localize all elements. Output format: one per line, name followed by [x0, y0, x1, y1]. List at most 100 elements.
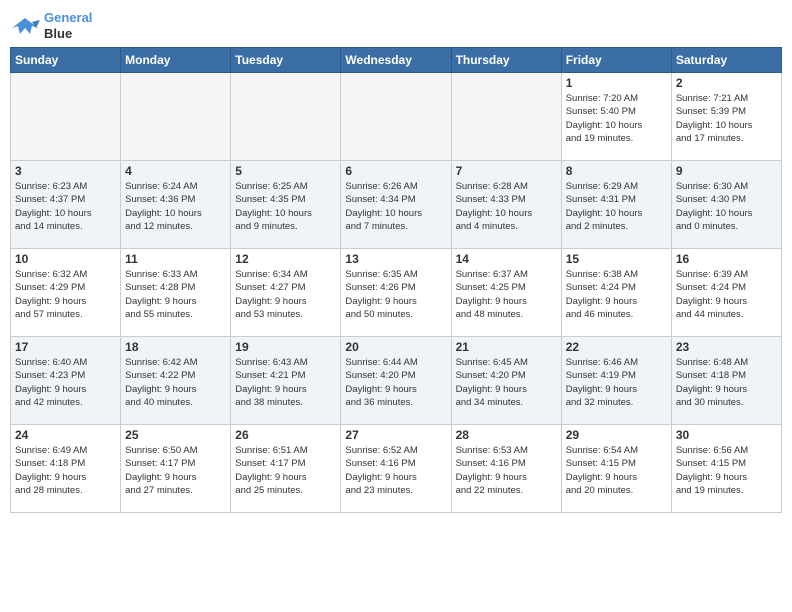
- calendar-week-row: 24Sunrise: 6:49 AM Sunset: 4:18 PM Dayli…: [11, 425, 782, 513]
- day-number: 12: [235, 252, 336, 266]
- day-info: Sunrise: 6:34 AM Sunset: 4:27 PM Dayligh…: [235, 268, 336, 321]
- calendar-day-cell: 20Sunrise: 6:44 AM Sunset: 4:20 PM Dayli…: [341, 337, 451, 425]
- calendar-day-cell: 11 Sunrise: 6:33 AM Sunset: 4:28 PM Dayli…: [121, 249, 231, 337]
- day-number: 10: [15, 252, 116, 266]
- day-number: 28: [456, 428, 557, 442]
- calendar-day-cell: [231, 73, 341, 161]
- calendar-day-cell: 19 Sunrise: 6:43 AM Sunset: 4:21 PM Dayli…: [231, 337, 341, 425]
- calendar-week-row: 1 Sunrise: 7:20 AM Sunset: 5:40 PM Daylig…: [11, 73, 782, 161]
- logo-icon: [10, 14, 40, 38]
- day-number: 3: [15, 164, 116, 178]
- day-info: Sunrise: 6:25 AM Sunset: 4:35 PM Dayligh…: [235, 180, 336, 233]
- calendar-day-cell: 2 Sunrise: 7:21 AM Sunset: 5:39 PM Daylig…: [671, 73, 781, 161]
- calendar-day-cell: 29 Sunrise: 6:54 AM Sunset: 4:15 PM Dayli…: [561, 425, 671, 513]
- day-number: 11: [125, 252, 226, 266]
- day-info: Sunrise: 6:23 AM Sunset: 4:37 PM Dayligh…: [15, 180, 116, 233]
- day-info: Sunrise: 6:26 AM Sunset: 4:34 PM Dayligh…: [345, 180, 446, 233]
- calendar-day-cell: 7 Sunrise: 6:28 AM Sunset: 4:33 PM Daylig…: [451, 161, 561, 249]
- calendar-table: SundayMondayTuesdayWednesdayThursdayFrid…: [10, 47, 782, 513]
- day-number: 6: [345, 164, 446, 178]
- day-info: Sunrise: 6:54 AM Sunset: 4:15 PM Dayligh…: [566, 444, 667, 497]
- calendar-day-cell: 25Sunrise: 6:50 AM Sunset: 4:17 PM Dayli…: [121, 425, 231, 513]
- calendar-day-cell: 14 Sunrise: 6:37 AM Sunset: 4:25 PM Dayli…: [451, 249, 561, 337]
- day-number: 8: [566, 164, 667, 178]
- day-number: 9: [676, 164, 777, 178]
- calendar-week-row: 17 Sunrise: 6:40 AM Sunset: 4:23 PM Dayli…: [11, 337, 782, 425]
- calendar-day-cell: 21 Sunrise: 6:45 AM Sunset: 4:20 PM Dayli…: [451, 337, 561, 425]
- calendar-day-cell: 9 Sunrise: 6:30 AM Sunset: 4:30 PM Daylig…: [671, 161, 781, 249]
- day-number: 29: [566, 428, 667, 442]
- calendar-day-cell: 8 Sunrise: 6:29 AM Sunset: 4:31 PM Daylig…: [561, 161, 671, 249]
- logo-text: General Blue: [44, 10, 92, 41]
- day-of-week-header: Monday: [121, 48, 231, 73]
- day-number: 5: [235, 164, 336, 178]
- day-info: Sunrise: 6:43 AM Sunset: 4:21 PM Dayligh…: [235, 356, 336, 409]
- day-number: 2: [676, 76, 777, 90]
- calendar-day-cell: 4 Sunrise: 6:24 AM Sunset: 4:36 PM Daylig…: [121, 161, 231, 249]
- day-number: 15: [566, 252, 667, 266]
- day-info: Sunrise: 6:42 AM Sunset: 4:22 PM Dayligh…: [125, 356, 226, 409]
- calendar-day-cell: 3 Sunrise: 6:23 AM Sunset: 4:37 PM Daylig…: [11, 161, 121, 249]
- day-info: Sunrise: 6:28 AM Sunset: 4:33 PM Dayligh…: [456, 180, 557, 233]
- page-header: General Blue: [10, 10, 782, 41]
- day-of-week-header: Thursday: [451, 48, 561, 73]
- calendar-day-cell: [121, 73, 231, 161]
- calendar-day-cell: 15 Sunrise: 6:38 AM Sunset: 4:24 PM Dayli…: [561, 249, 671, 337]
- day-number: 27: [345, 428, 446, 442]
- day-number: 26: [235, 428, 336, 442]
- calendar-day-cell: 22Sunrise: 6:46 AM Sunset: 4:19 PM Dayli…: [561, 337, 671, 425]
- day-info: Sunrise: 6:37 AM Sunset: 4:25 PM Dayligh…: [456, 268, 557, 321]
- day-number: 7: [456, 164, 557, 178]
- day-number: 30: [676, 428, 777, 442]
- calendar-day-cell: 16 Sunrise: 6:39 AM Sunset: 4:24 PM Dayli…: [671, 249, 781, 337]
- day-info: Sunrise: 7:21 AM Sunset: 5:39 PM Dayligh…: [676, 92, 777, 145]
- calendar-header-row: SundayMondayTuesdayWednesdayThursdayFrid…: [11, 48, 782, 73]
- day-info: Sunrise: 6:35 AM Sunset: 4:26 PM Dayligh…: [345, 268, 446, 321]
- day-number: 17: [15, 340, 116, 354]
- day-info: Sunrise: 6:45 AM Sunset: 4:20 PM Dayligh…: [456, 356, 557, 409]
- day-info: Sunrise: 6:48 AM Sunset: 4:18 PM Dayligh…: [676, 356, 777, 409]
- day-number: 13: [345, 252, 446, 266]
- day-info: Sunrise: 6:38 AM Sunset: 4:24 PM Dayligh…: [566, 268, 667, 321]
- day-of-week-header: Friday: [561, 48, 671, 73]
- calendar-day-cell: 17 Sunrise: 6:40 AM Sunset: 4:23 PM Dayli…: [11, 337, 121, 425]
- day-info: Sunrise: 6:53 AM Sunset: 4:16 PM Dayligh…: [456, 444, 557, 497]
- day-number: 4: [125, 164, 226, 178]
- day-info: Sunrise: 7:20 AM Sunset: 5:40 PM Dayligh…: [566, 92, 667, 145]
- day-info: Sunrise: 6:44 AM Sunset: 4:20 PM Dayligh…: [345, 356, 446, 409]
- day-of-week-header: Wednesday: [341, 48, 451, 73]
- calendar-day-cell: 5 Sunrise: 6:25 AM Sunset: 4:35 PM Daylig…: [231, 161, 341, 249]
- calendar-day-cell: 26Sunrise: 6:51 AM Sunset: 4:17 PM Dayli…: [231, 425, 341, 513]
- day-info: Sunrise: 6:56 AM Sunset: 4:15 PM Dayligh…: [676, 444, 777, 497]
- day-number: 23: [676, 340, 777, 354]
- calendar-day-cell: 23 Sunrise: 6:48 AM Sunset: 4:18 PM Dayli…: [671, 337, 781, 425]
- day-of-week-header: Sunday: [11, 48, 121, 73]
- calendar-day-cell: [451, 73, 561, 161]
- day-info: Sunrise: 6:33 AM Sunset: 4:28 PM Dayligh…: [125, 268, 226, 321]
- day-of-week-header: Tuesday: [231, 48, 341, 73]
- day-number: 14: [456, 252, 557, 266]
- day-info: Sunrise: 6:49 AM Sunset: 4:18 PM Dayligh…: [15, 444, 116, 497]
- calendar-day-cell: 24Sunrise: 6:49 AM Sunset: 4:18 PM Dayli…: [11, 425, 121, 513]
- day-number: 19: [235, 340, 336, 354]
- day-info: Sunrise: 6:24 AM Sunset: 4:36 PM Dayligh…: [125, 180, 226, 233]
- day-number: 18: [125, 340, 226, 354]
- day-number: 21: [456, 340, 557, 354]
- day-info: Sunrise: 6:30 AM Sunset: 4:30 PM Dayligh…: [676, 180, 777, 233]
- day-info: Sunrise: 6:52 AM Sunset: 4:16 PM Dayligh…: [345, 444, 446, 497]
- calendar-day-cell: 18 Sunrise: 6:42 AM Sunset: 4:22 PM Dayli…: [121, 337, 231, 425]
- day-info: Sunrise: 6:40 AM Sunset: 4:23 PM Dayligh…: [15, 356, 116, 409]
- day-info: Sunrise: 6:46 AM Sunset: 4:19 PM Dayligh…: [566, 356, 667, 409]
- day-number: 16: [676, 252, 777, 266]
- day-info: Sunrise: 6:32 AM Sunset: 4:29 PM Dayligh…: [15, 268, 116, 321]
- day-info: Sunrise: 6:29 AM Sunset: 4:31 PM Dayligh…: [566, 180, 667, 233]
- calendar-week-row: 10 Sunrise: 6:32 AM Sunset: 4:29 PM Dayli…: [11, 249, 782, 337]
- day-info: Sunrise: 6:50 AM Sunset: 4:17 PM Dayligh…: [125, 444, 226, 497]
- logo: General Blue: [10, 10, 92, 41]
- day-info: Sunrise: 6:39 AM Sunset: 4:24 PM Dayligh…: [676, 268, 777, 321]
- calendar-day-cell: [341, 73, 451, 161]
- calendar-day-cell: 1 Sunrise: 7:20 AM Sunset: 5:40 PM Daylig…: [561, 73, 671, 161]
- day-number: 1: [566, 76, 667, 90]
- calendar-day-cell: 6 Sunrise: 6:26 AM Sunset: 4:34 PM Daylig…: [341, 161, 451, 249]
- calendar-day-cell: 28 Sunrise: 6:53 AM Sunset: 4:16 PM Dayli…: [451, 425, 561, 513]
